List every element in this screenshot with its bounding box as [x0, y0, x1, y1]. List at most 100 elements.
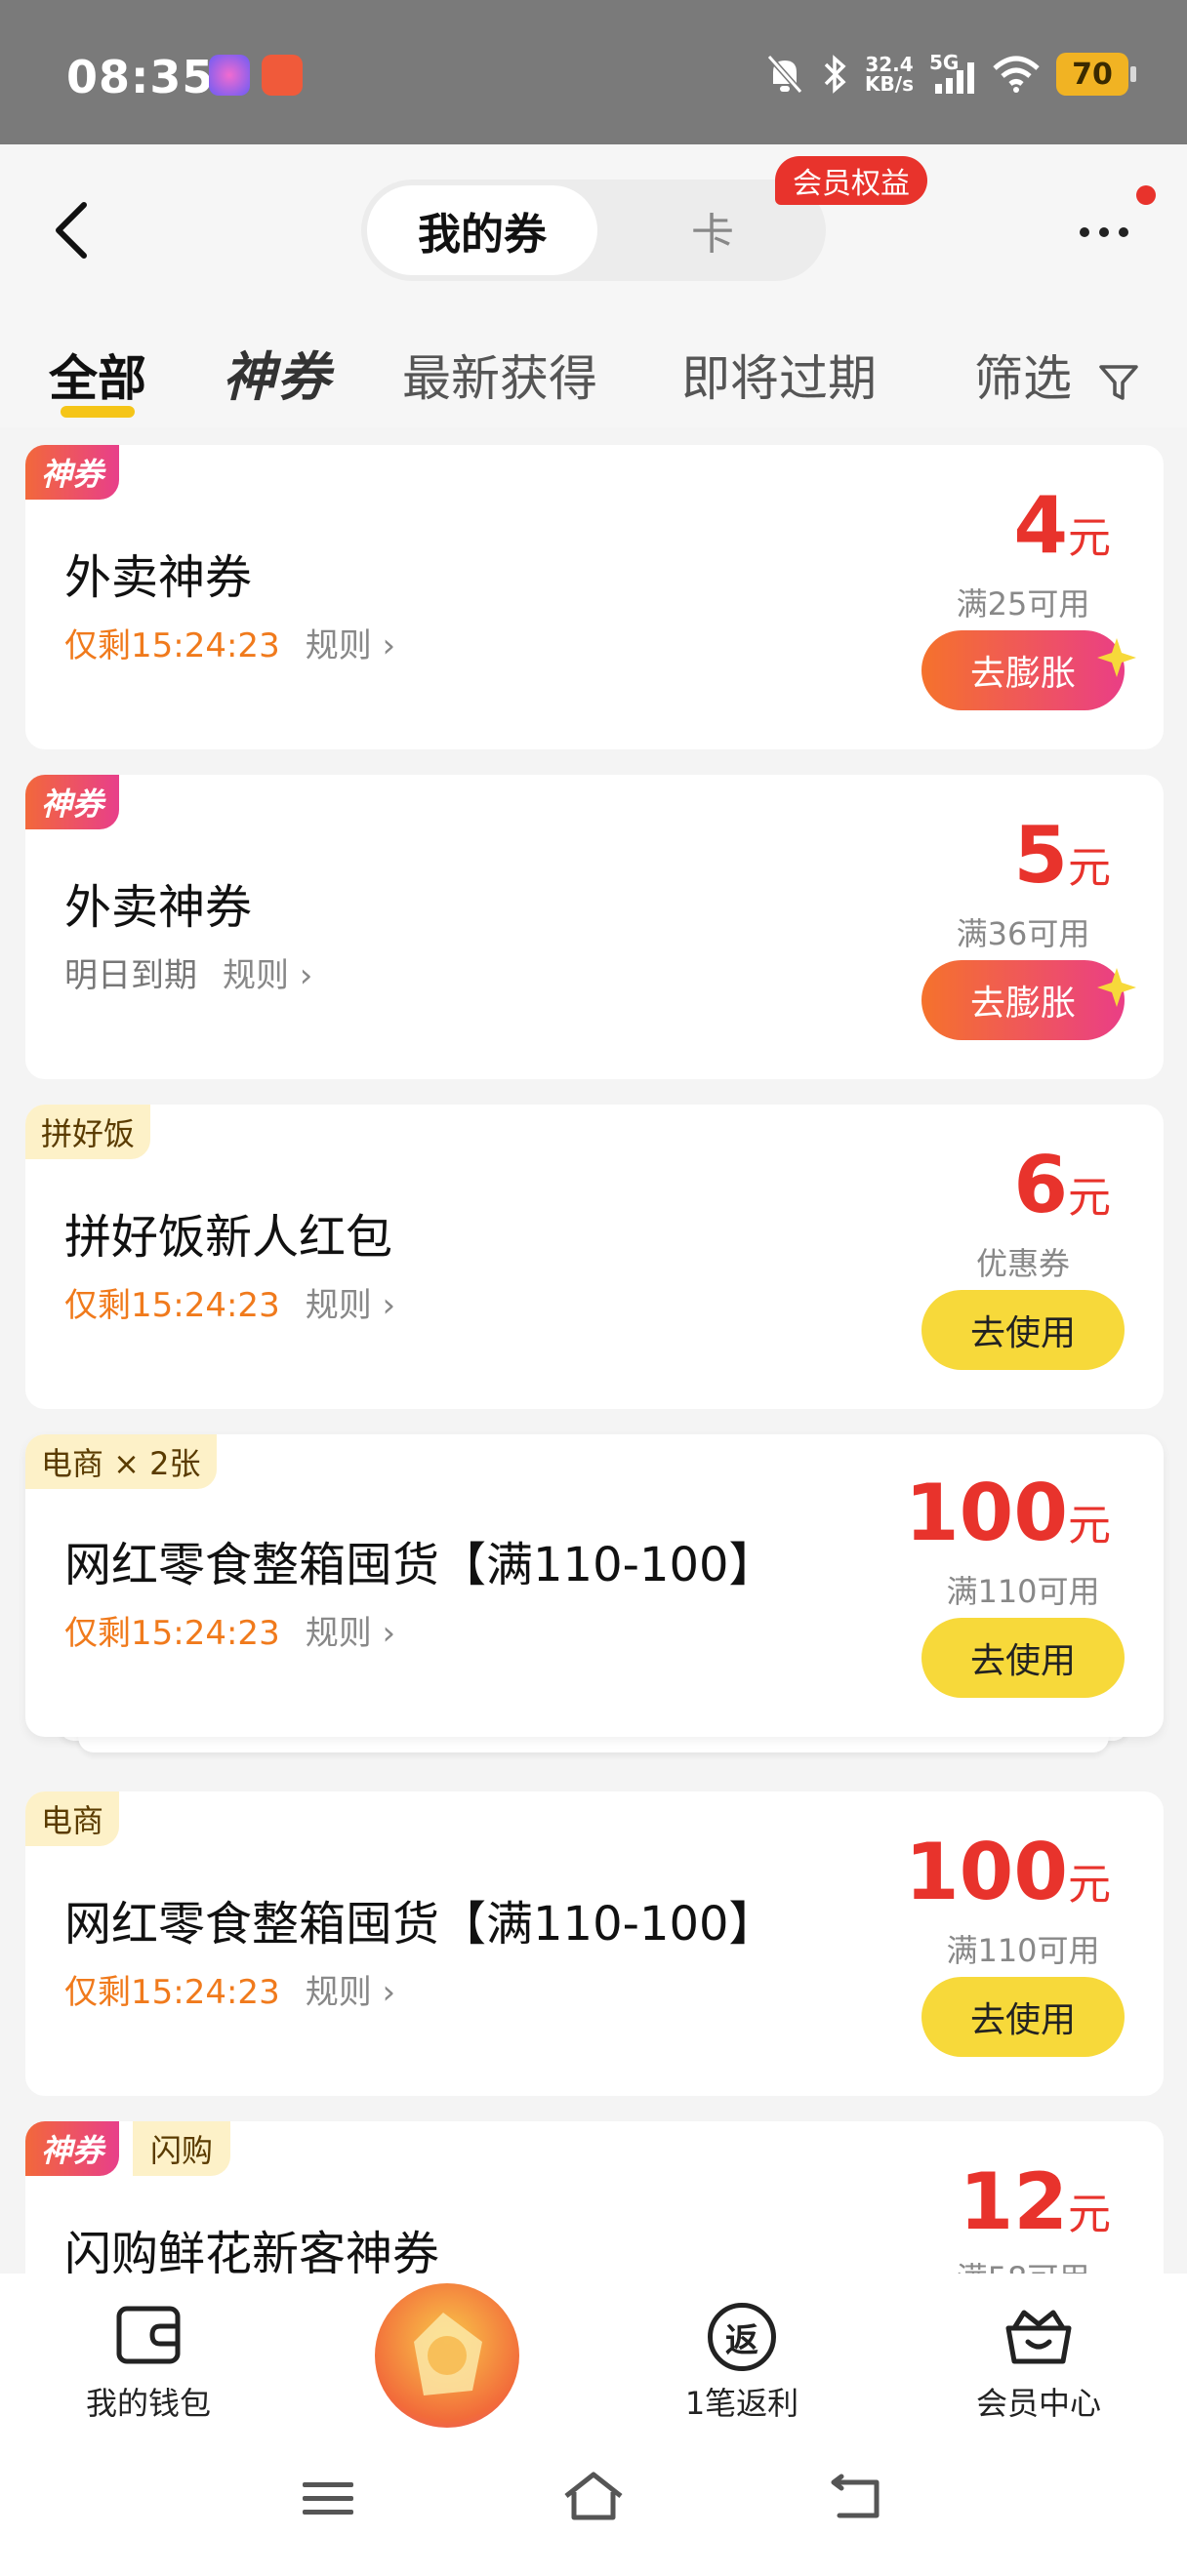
signal-group: 5G	[929, 51, 976, 98]
use-coupon-button[interactable]: 去使用	[921, 1290, 1125, 1370]
system-nav-bar	[0, 2430, 1187, 2576]
sparkle-icon	[1097, 638, 1136, 677]
coupon-tag: 神券	[25, 445, 120, 500]
coupon-rule-link[interactable]: 规则 ›	[306, 1286, 395, 1325]
status-bar: 08:35 32.4 KB/s 5G 70	[0, 0, 1187, 144]
wifi-icon	[993, 56, 1040, 93]
nav-rebate[interactable]: 返 1笔返利	[634, 2303, 849, 2424]
coupon-amount: 4元	[1013, 480, 1111, 571]
back-arrow-icon	[56, 202, 87, 259]
member-benefits-badge[interactable]: 会员权益	[775, 156, 927, 205]
use-coupon-button[interactable]: 去使用	[921, 1618, 1125, 1698]
coupon-tag: 电商 × 2张	[25, 1434, 217, 1489]
coupon-expire: 仅剩15:24:23	[64, 1973, 280, 2012]
coupon-title: 闪购鲜花新客神券	[64, 2227, 440, 2274]
coupon-amount: 12元	[959, 2156, 1111, 2247]
segment-switch: 我的券 卡	[361, 180, 826, 281]
coupon-meta: 仅剩15:24:23 规则 ›	[64, 619, 395, 666]
coupon-title: 外卖神券	[64, 880, 253, 935]
back-nav-icon[interactable]	[826, 2469, 884, 2527]
nav-wallet[interactable]: 我的钱包	[41, 2303, 256, 2424]
coupon-condition: 满110可用	[946, 1573, 1100, 1610]
coupon-condition: 满110可用	[946, 1932, 1100, 1969]
app-notification-icon	[209, 55, 250, 96]
menu-icon[interactable]	[299, 2469, 357, 2527]
network-speed: 32.4 KB/s	[865, 53, 914, 96]
coupon-tag: 神券	[25, 775, 120, 829]
coupon-list: 神券 外卖神券 仅剩15:24:23 规则 › 4元 满25可用 去膨胀 神券 外…	[0, 427, 1187, 2274]
nav-member-center-label: 会员中心	[975, 2385, 1101, 2422]
coupon-filter-tabs: 全部 神券 最新获得 即将过期 筛选	[0, 320, 1187, 427]
page-header: 我的券 卡 会员权益 全部 神券 最新获得 即将过期 筛选	[0, 144, 1187, 427]
more-dot-icon	[1080, 227, 1089, 237]
battery-indicator: 70	[1056, 53, 1136, 96]
coupon-title: 外卖神券	[64, 550, 253, 605]
coupon-amount: 100元	[905, 1468, 1111, 1558]
tab-expiring[interactable]: 即将过期	[681, 340, 877, 410]
coupon-rule-link[interactable]: 规则 ›	[223, 956, 312, 995]
center-activity-button[interactable]	[375, 2283, 519, 2428]
coupon-card[interactable]: 电商 网红零食整箱囤货【满110-100】 仅剩15:24:23 规则 › 100…	[25, 1791, 1164, 2096]
tab-all[interactable]: 全部	[49, 340, 146, 410]
coupon-expire: 仅剩15:24:23	[64, 626, 280, 665]
coupon-meta: 仅剩15:24:23 规则 ›	[64, 1606, 395, 1654]
coupon-meta: 明日到期 规则 ›	[64, 948, 312, 996]
coupon-tag: 拼好饭	[25, 1105, 151, 1159]
coupon-amount: 5元	[1013, 810, 1111, 901]
expand-coupon-button[interactable]: 去膨胀	[921, 960, 1136, 1040]
notification-dot	[1136, 185, 1156, 205]
activity-icon	[414, 2313, 482, 2395]
coupon-card[interactable]: 电商 × 2张 网红零食整箱囤货【满110-100】 仅剩15:24:23 规则 …	[25, 1434, 1164, 1737]
coupon-title: 网红零食整箱囤货【满110-100】	[64, 1538, 776, 1592]
coupon-condition: 满25可用	[956, 585, 1090, 623]
coupon-rule-link[interactable]: 规则 ›	[306, 1973, 395, 2012]
status-time: 08:35	[66, 51, 215, 103]
coupon-expire: 仅剩15:24:23	[64, 1286, 280, 1325]
bottom-nav: 我的钱包 返 1笔返利 会员中心	[0, 2274, 1187, 2430]
coupon-title: 网红零食整箱囤货【满110-100】	[64, 1897, 776, 1952]
filter-label: 筛选	[974, 350, 1072, 407]
coupon-amount: 6元	[1013, 1140, 1111, 1230]
coupon-amount: 100元	[905, 1827, 1111, 1917]
coupon-rule-link[interactable]: 规则 ›	[306, 626, 395, 665]
coupon-expire: 明日到期	[64, 956, 197, 995]
home-icon[interactable]	[560, 2467, 627, 2525]
tab-latest[interactable]: 最新获得	[402, 340, 597, 410]
filter-button[interactable]: 筛选	[974, 340, 1140, 410]
bluetooth-icon	[824, 55, 846, 94]
status-right: 32.4 KB/s 5G 70	[765, 47, 1136, 101]
more-menu-button[interactable]	[1060, 203, 1148, 262]
coupon-condition: 满36可用	[956, 915, 1090, 952]
wallet-icon	[116, 2306, 181, 2364]
coupon-expire: 仅剩15:24:23	[64, 1614, 280, 1653]
coupon-tag-secondary: 闪购	[133, 2121, 231, 2176]
tab-my-coupons[interactable]: 我的券	[367, 185, 597, 275]
nav-member-center[interactable]: 会员中心	[931, 2303, 1146, 2424]
back-button[interactable]	[43, 191, 102, 269]
coupon-condition: 满58可用	[925, 2254, 1121, 2274]
signal-icon	[935, 62, 974, 94]
rebate-icon: 返	[708, 2303, 776, 2371]
coupon-condition: 优惠券	[975, 1245, 1070, 1282]
filter-funnel-icon	[1099, 364, 1138, 400]
coupon-meta: 仅剩15:24:23 规则 ›	[64, 1278, 395, 1326]
coupon-card[interactable]: 神券 外卖神券 仅剩15:24:23 规则 › 4元 满25可用 去膨胀	[25, 445, 1164, 749]
coupon-rule-link[interactable]: 规则 ›	[306, 1614, 395, 1653]
tab-shen-coupons[interactable]: 神券	[223, 334, 332, 411]
coupon-card[interactable]: 神券 外卖神券 明日到期 规则 › 5元 满36可用 去膨胀	[25, 775, 1164, 1079]
sparkle-icon	[1097, 968, 1136, 1007]
coupon-meta: 仅剩15:24:23 规则 ›	[64, 1965, 395, 2013]
more-dot-icon	[1099, 227, 1109, 237]
nav-rebate-label: 1笔返利	[684, 2385, 799, 2422]
active-tab-indicator	[61, 406, 135, 418]
mute-bell-icon	[766, 55, 803, 94]
more-dot-icon	[1119, 227, 1128, 237]
coupon-tag: 电商	[25, 1791, 120, 1846]
coupon-card[interactable]: 神券 闪购 闪购鲜花新客神券 12元 满58可用	[25, 2121, 1164, 2274]
coupon-card[interactable]: 拼好饭 拼好饭新人红包 仅剩15:24:23 规则 › 6元 优惠券 去使用	[25, 1105, 1164, 1409]
crown-basket-icon	[1005, 2310, 1072, 2364]
app-notification-icon-2	[262, 55, 303, 96]
coupon-title: 拼好饭新人红包	[64, 1210, 393, 1265]
use-coupon-button[interactable]: 去使用	[921, 1977, 1125, 2057]
expand-coupon-button[interactable]: 去膨胀	[921, 630, 1136, 710]
